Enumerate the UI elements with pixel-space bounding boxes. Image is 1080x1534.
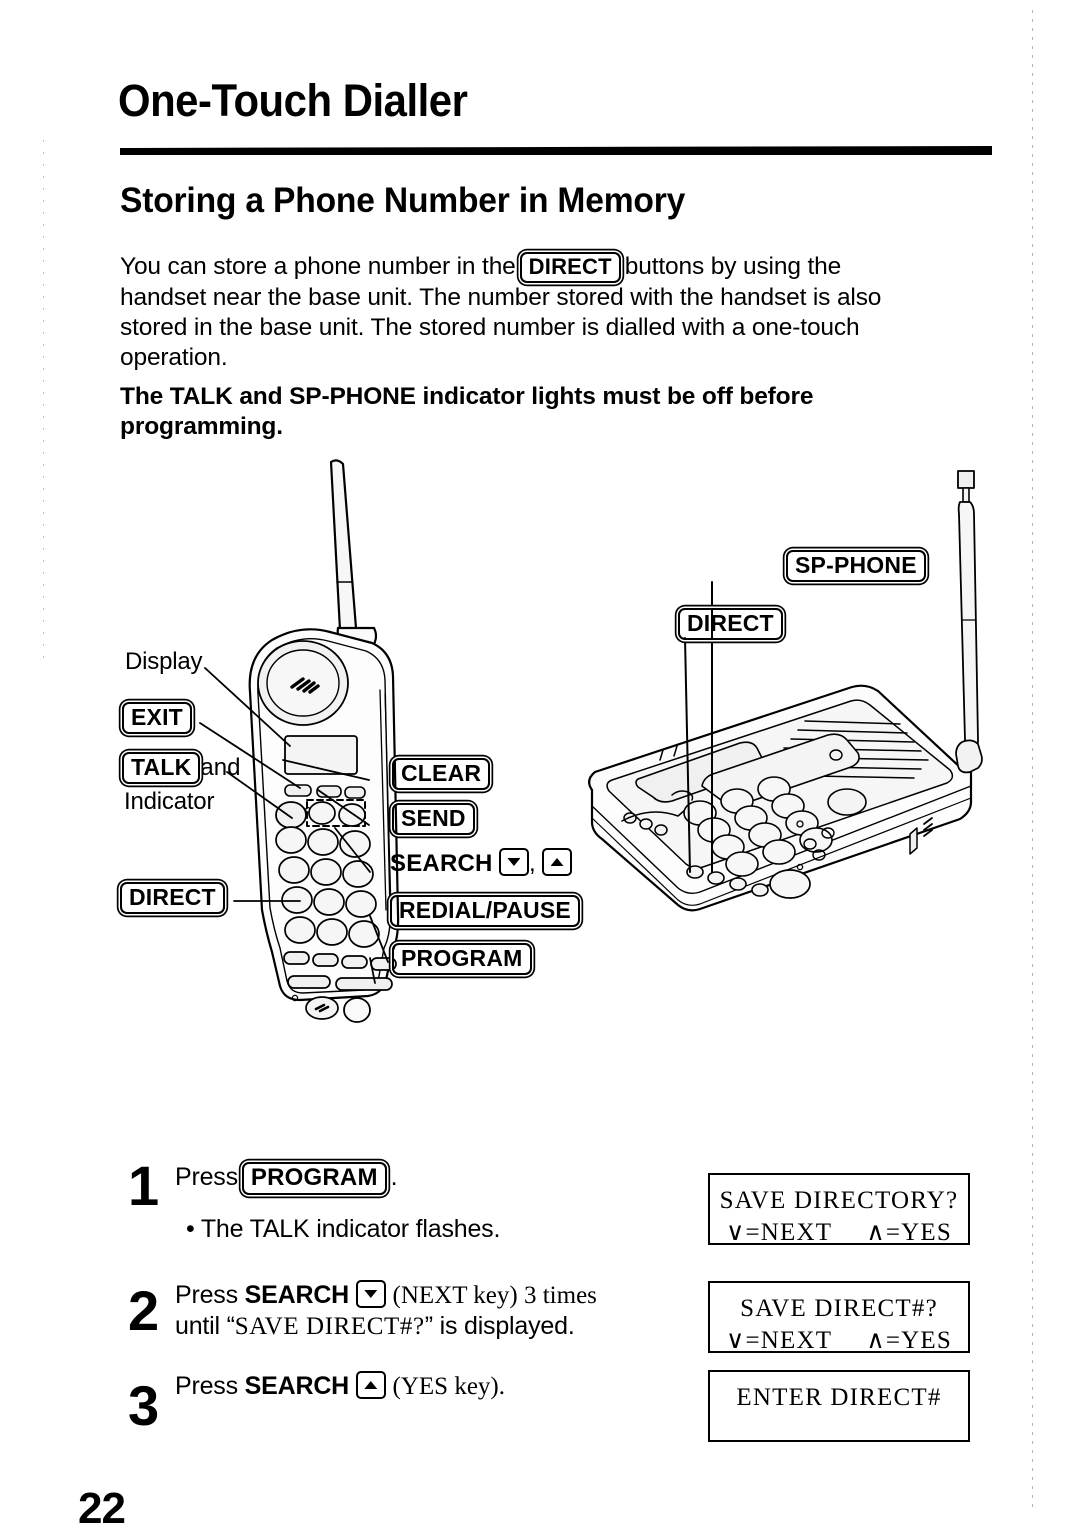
exit-key-label: EXIT [122,702,192,735]
lcd-3-line-1: ENTER DIRECT# [736,1384,942,1411]
step-2-number: 2 [128,1279,160,1342]
lcd-2-line-1: SAVE DIRECT#? [740,1295,938,1322]
send-callout: SEND [392,803,475,836]
step-3-search-word: SEARCH [244,1372,350,1400]
sp-phone-callout: SP-PHONE [786,550,926,583]
step-3-text-before: Press [175,1372,238,1400]
arrow-up-icon [355,1371,386,1399]
direct-base-callout: DIRECT [678,608,783,641]
direct-key-label-handset: DIRECT [120,882,225,915]
step-1-text-before: Press [175,1163,238,1191]
direct-key-label-base: DIRECT [678,608,783,641]
indicator-callout-label: Indicator [124,788,215,815]
step-2-search-word: SEARCH [244,1281,350,1309]
redial-key-label: REDIAL/PAUSE [390,895,580,928]
arrow-down-icon [355,1280,386,1308]
step-3-number: 3 [128,1374,160,1437]
clear-key-label: CLEAR [392,758,491,791]
step-1-text: Press PROGRAM. [175,1162,398,1196]
redial-callout: REDIAL/PAUSE [390,895,580,928]
step-2-text-before: Press [175,1281,238,1309]
lcd-2-next-hint: ∨=NEXT [726,1327,833,1354]
page-number: 22 [78,1484,126,1533]
step-1-bullet: • The TALK indicator flashes. [186,1215,501,1243]
intro-paragraph: You can store a phone number in the DIREC… [120,252,910,373]
program-key-label: PROGRAM [392,943,532,976]
step-2-line2-before: until “ [175,1312,235,1340]
step-2-line2-after: ” is displayed. [424,1312,575,1340]
diagram-artwork [199,459,983,1023]
talk-key-label: TALK [122,752,201,785]
lcd-1-next-hint: ∨=NEXT [726,1219,833,1246]
sp-phone-key-label: SP-PHONE [786,550,926,583]
lcd-display-1: SAVE DIRECTORY? ∨=NEXT ∧=YES [708,1173,970,1247]
search-callout: SEARCH , [390,848,572,878]
lcd-display-3: ENTER DIRECT# [708,1370,970,1442]
arrow-up-icon [542,848,572,876]
arrow-down-icon [498,848,529,876]
program-callout: PROGRAM [392,943,532,976]
step-2-text: Press SEARCH (NEXT key) 3 times until “S… [175,1280,597,1342]
exit-callout: EXIT [122,702,192,735]
lcd-1-line-2: ∨=NEXT ∧=YES [710,1217,968,1247]
step-2-line-1: Press SEARCH (NEXT key) 3 times [175,1280,597,1311]
send-key-label: SEND [392,803,475,836]
search-callout-label: SEARCH [390,850,493,877]
talk-suffix: and [200,754,241,781]
chapter-title: One-Touch Dialler [118,75,468,126]
lcd-2-line-2: ∨=NEXT ∧=YES [710,1325,968,1355]
direct-key-inline: DIRECT [519,252,621,283]
step-3-text: Press SEARCH (YES key). [175,1371,505,1402]
intro-text-before: You can store a phone number in the [120,253,516,280]
lcd-1-yes-hint: ∧=YES [866,1219,952,1246]
step-1-text-after: . [390,1163,398,1191]
lcd-2-yes-hint: ∧=YES [866,1327,952,1354]
step-2-paren: (NEXT key) 3 times [392,1282,597,1309]
step-3-paren: (YES key). [392,1373,506,1400]
search-separator: , [528,850,536,877]
intro-bold-note: The TALK and SP-PHONE indicator lights m… [120,383,814,440]
device-diagram: Display EXIT TALK and Indicator DIRECT CL… [0,440,1080,1060]
title-divider [120,146,992,155]
lcd-display-2: SAVE DIRECT#? ∨=NEXT ∧=YES [708,1281,970,1355]
talk-callout: TALK and [122,752,241,785]
section-title: Storing a Phone Number in Memory [120,181,686,220]
display-callout-label: Display [125,648,203,675]
step-1-program-key: PROGRAM [241,1162,387,1196]
manual-page: One-Touch Dialler Storing a Phone Number… [0,0,1080,1533]
lcd-1-line-1: SAVE DIRECTORY? [719,1187,959,1214]
clear-callout: CLEAR [392,758,491,791]
direct-handset-callout: DIRECT [120,882,225,915]
step-2-display-string: SAVE DIRECT#? [234,1313,425,1340]
step-1-number: 1 [128,1154,160,1217]
step-2-line-2: until “SAVE DIRECT#?” is displayed. [175,1311,597,1342]
